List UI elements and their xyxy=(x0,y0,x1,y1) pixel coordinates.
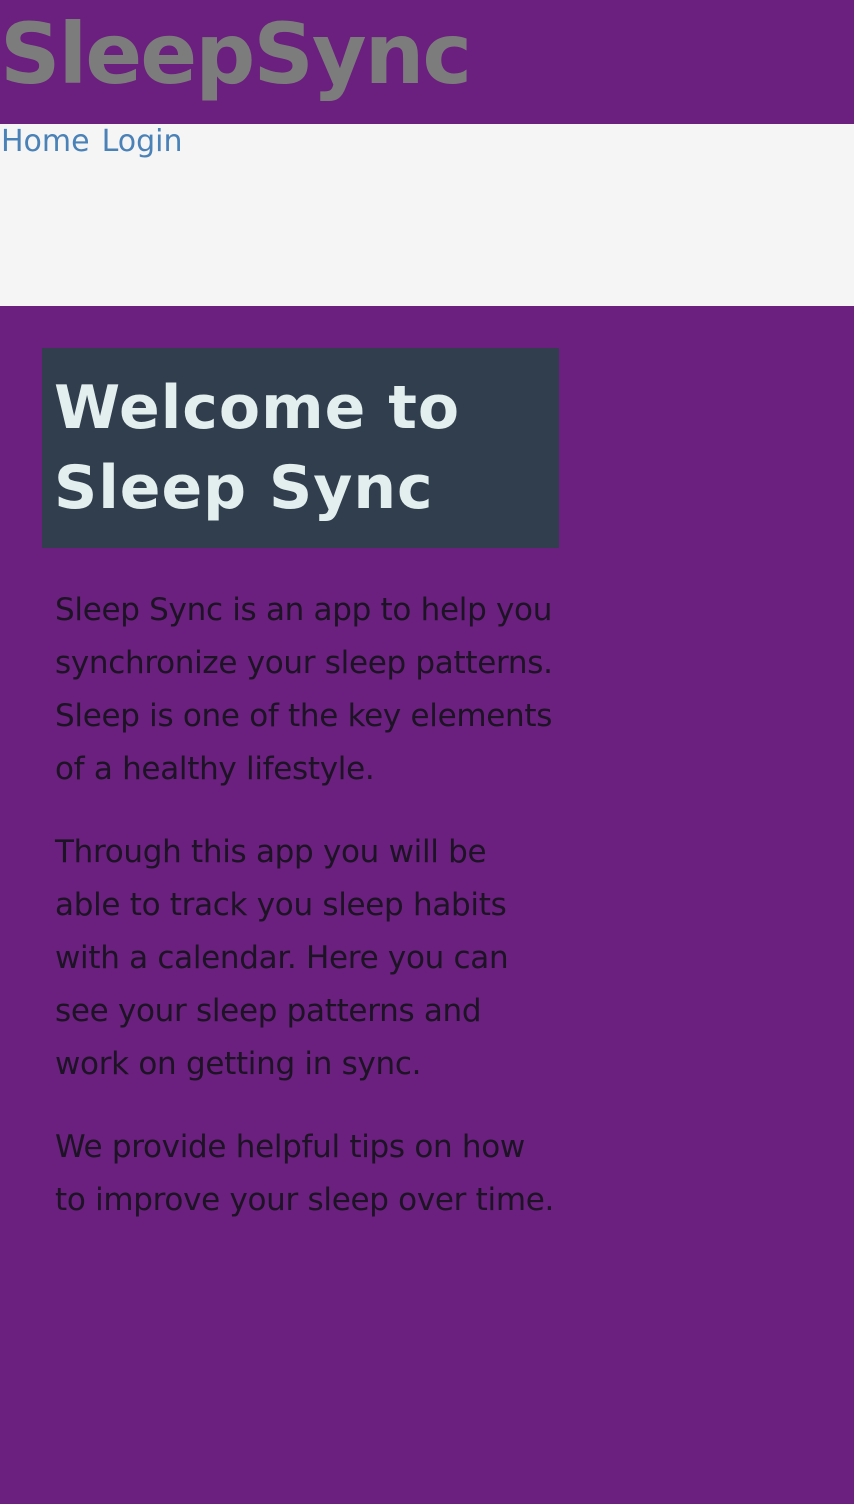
site-logo-title[interactable]: SleepSync xyxy=(0,0,472,114)
intro-paragraph-3: We provide helpful tips on how to improv… xyxy=(55,1129,555,1218)
nav-link-home[interactable]: Home xyxy=(1,124,90,162)
site-header: SleepSync xyxy=(0,0,854,124)
nav-link-login[interactable]: Login xyxy=(102,124,183,162)
nav-links: Home Login xyxy=(1,124,183,162)
intro-paragraph-1: Sleep Sync is an app to help you synchro… xyxy=(55,592,553,787)
intro-paragraph-2: Through this app you will be able to tra… xyxy=(55,834,509,1082)
intro-text: Sleep Sync is an app to help you synchro… xyxy=(55,584,555,1257)
main-nav: Home Login xyxy=(0,124,854,306)
welcome-banner: Welcome to Sleep Sync xyxy=(42,348,559,548)
main-content: Welcome to Sleep Sync Sleep Sync is an a… xyxy=(0,306,854,1504)
welcome-heading: Welcome to Sleep Sync xyxy=(54,373,461,523)
